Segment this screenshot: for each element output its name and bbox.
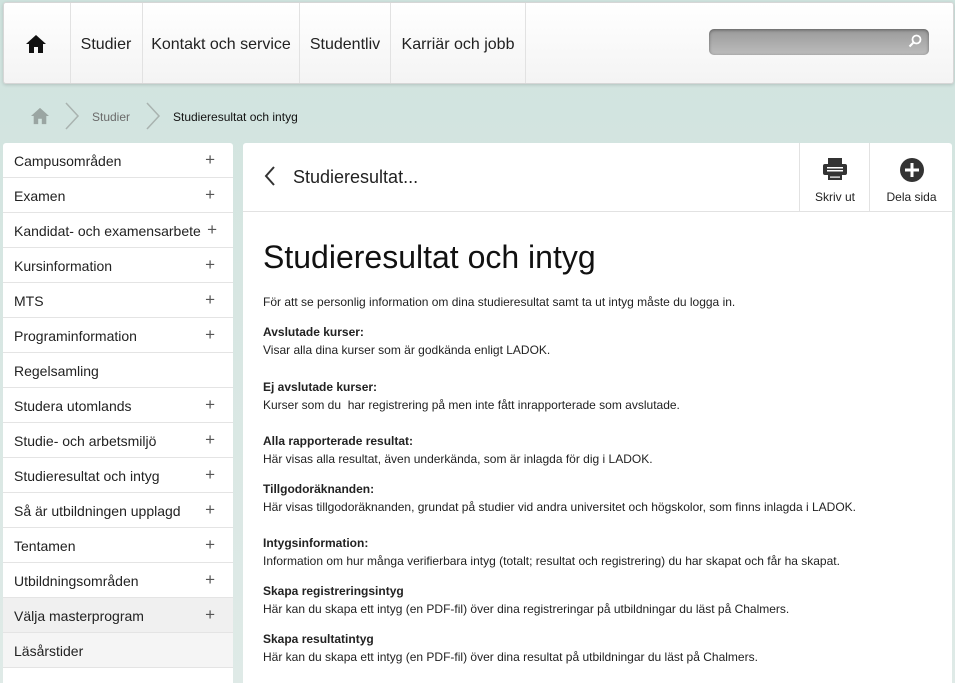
sidebar-item-label: Examen [14, 188, 66, 204]
sidebar-item-label: Välja masterprogram [14, 608, 144, 624]
sidebar-item-label: MTS [14, 293, 44, 309]
search-icon[interactable] [908, 34, 922, 48]
section-ej-avslutade-kurser: Ej avslutade kurser: Kurser som du har r… [263, 378, 680, 414]
sidebar-item-campusomraden[interactable]: Campusområden + [3, 143, 233, 178]
top-navigation-bar: Studier Kontakt och service Studentliv K… [3, 2, 954, 84]
main-content: Studieresultat... Skriv ut Dela sida Stu… [243, 143, 952, 683]
search-input[interactable] [717, 32, 901, 54]
search-box [709, 29, 929, 55]
section-tillgodoraknanden: Tillgodoräknanden: Här visas tillgodoräk… [263, 480, 856, 516]
expand-plus-icon[interactable]: + [205, 185, 215, 205]
section-text: Här kan du skapa ett intyg (en PDF-fil) … [263, 602, 790, 616]
share-button[interactable]: Dela sida [869, 143, 952, 211]
breadcrumb-item-studier[interactable]: Studier [92, 110, 130, 124]
nav-item-karriar-och-jobb[interactable]: Karriär och jobb [391, 3, 526, 83]
section-heading: Intygsinformation: [263, 536, 369, 550]
sidebar-item-studera-utomlands[interactable]: Studera utomlands + [3, 388, 233, 423]
print-label: Skriv ut [814, 190, 855, 204]
expand-plus-icon[interactable]: + [205, 290, 215, 310]
section-heading-link[interactable]: Skapa registreringsintyg [263, 584, 404, 598]
sidebar-item-studie-och-arbetsmiljo[interactable]: Studie- och arbetsmiljö + [3, 423, 233, 458]
section-heading: Tillgodoräknanden: [263, 482, 375, 496]
section-heading: Avslutade kurser: [263, 325, 364, 339]
page-title: Studieresultat och intyg [263, 239, 596, 275]
back-chevron-icon[interactable] [263, 165, 277, 187]
print-button[interactable]: Skriv ut [799, 143, 870, 211]
section-heading: Ej avslutade kurser: [263, 380, 378, 394]
sidebar-item-examen[interactable]: Examen + [3, 178, 233, 213]
sidebar-item-label: Kandidat- och examensarbete [14, 223, 201, 239]
expand-plus-icon[interactable]: + [205, 465, 215, 485]
expand-plus-icon[interactable]: + [205, 255, 215, 275]
section-heading: Alla rapporterade resultat: [263, 434, 414, 448]
section-text: Här visas tillgodoräknanden, grundat på … [263, 500, 856, 514]
sidebar-item-label: Kursinformation [14, 258, 113, 274]
nav-item-kontakt-och-service[interactable]: Kontakt och service [143, 3, 300, 83]
section-text: Här visas alla resultat, även underkända… [263, 452, 653, 466]
sidebar-item-utbildningsomraden[interactable]: Utbildningsområden + [3, 563, 233, 598]
sidebar-item-kandidat-och-examensarbete[interactable]: Kandidat- och examensarbete + [3, 213, 233, 248]
section-intygsinformation: Intygsinformation: Information om hur må… [263, 534, 840, 570]
home-icon [26, 35, 46, 53]
sidebar-item-regelsamling[interactable]: Regelsamling [3, 353, 233, 388]
intro-text: För att se personlig information om dina… [263, 295, 736, 309]
sidebar-item-label: Läsårstider [14, 643, 84, 659]
expand-plus-icon[interactable]: + [205, 500, 215, 520]
printer-icon [823, 158, 847, 180]
sidebar-item-kursinformation[interactable]: Kursinformation + [3, 248, 233, 283]
breadcrumb: Studier Studieresultat och intyg [0, 96, 955, 136]
expand-plus-icon[interactable]: + [205, 570, 215, 590]
section-heading-link[interactable]: Skapa resultatintyg [263, 632, 374, 646]
breadcrumb-item-current: Studieresultat och intyg [173, 110, 298, 124]
content-header: Studieresultat... Skriv ut Dela sida [243, 143, 952, 212]
expand-plus-icon[interactable]: + [205, 325, 215, 345]
section-skapa-resultatintyg: Skapa resultatintyg Här kan du skapa ett… [263, 630, 758, 666]
share-label: Dela sida [886, 190, 937, 204]
sidebar-item-valja-masterprogram[interactable]: Välja masterprogram + [3, 598, 233, 633]
header-title: Studieresultat... [293, 167, 419, 187]
home-button[interactable] [4, 3, 71, 83]
sidebar-item-label: Utbildningsområden [14, 573, 139, 589]
sidebar-menu: Campusområden + Examen + Kandidat- och e… [3, 143, 233, 683]
sidebar-item-sa-ar-utbildningen-upplagd[interactable]: Så är utbildningen upplagd + [3, 493, 233, 528]
sidebar-item-label: Så är utbildningen upplagd [14, 503, 181, 519]
sidebar-item-label: Tentamen [14, 538, 76, 554]
plus-circle-icon [899, 158, 924, 182]
section-skapa-registreringsintyg: Skapa registreringsintyg Här kan du skap… [263, 582, 789, 618]
section-text: Kurser som du har registrering på men in… [263, 398, 680, 412]
section-text: Information om hur många verifierbara in… [263, 554, 840, 568]
sidebar-item-programinformation[interactable]: Programinformation + [3, 318, 233, 353]
sidebar-item-lasarstider[interactable]: Läsårstider [3, 633, 233, 668]
breadcrumb-separator-icon [65, 102, 80, 130]
expand-plus-icon[interactable]: + [205, 430, 215, 450]
section-text: Här kan du skapa ett intyg (en PDF-fil) … [263, 650, 758, 664]
breadcrumb-separator-icon [146, 102, 161, 130]
sidebar-item-label: Studieresultat och intyg [14, 468, 160, 484]
nav-item-studentliv[interactable]: Studentliv [300, 3, 391, 83]
sidebar-item-mts[interactable]: MTS + [3, 283, 233, 318]
sidebar-item-label: Programinformation [14, 328, 137, 344]
expand-plus-icon[interactable]: + [205, 395, 215, 415]
sidebar-item-studieresultat-och-intyg[interactable]: Studieresultat och intyg + [3, 458, 233, 493]
expand-plus-icon[interactable]: + [207, 220, 217, 240]
section-avslutade-kurser: Avslutade kurser: Visar alla dina kurser… [263, 323, 550, 359]
sidebar-item-label: Studie- och arbetsmiljö [14, 433, 157, 449]
section-alla-rapporterade-resultat: Alla rapporterade resultat: Här visas al… [263, 432, 653, 468]
expand-plus-icon[interactable]: + [205, 535, 215, 555]
sidebar-item-label: Studera utomlands [14, 398, 132, 414]
sidebar-item-label: Campusområden [14, 153, 122, 169]
expand-plus-icon[interactable]: + [205, 150, 215, 170]
section-text: Visar alla dina kurser som är godkända e… [263, 343, 551, 357]
breadcrumb-home-icon[interactable] [30, 107, 50, 125]
expand-plus-icon[interactable]: + [205, 605, 215, 625]
nav-item-studier[interactable]: Studier [70, 3, 143, 83]
sidebar-item-label: Regelsamling [14, 363, 99, 379]
sidebar-item-tentamen[interactable]: Tentamen + [3, 528, 233, 563]
